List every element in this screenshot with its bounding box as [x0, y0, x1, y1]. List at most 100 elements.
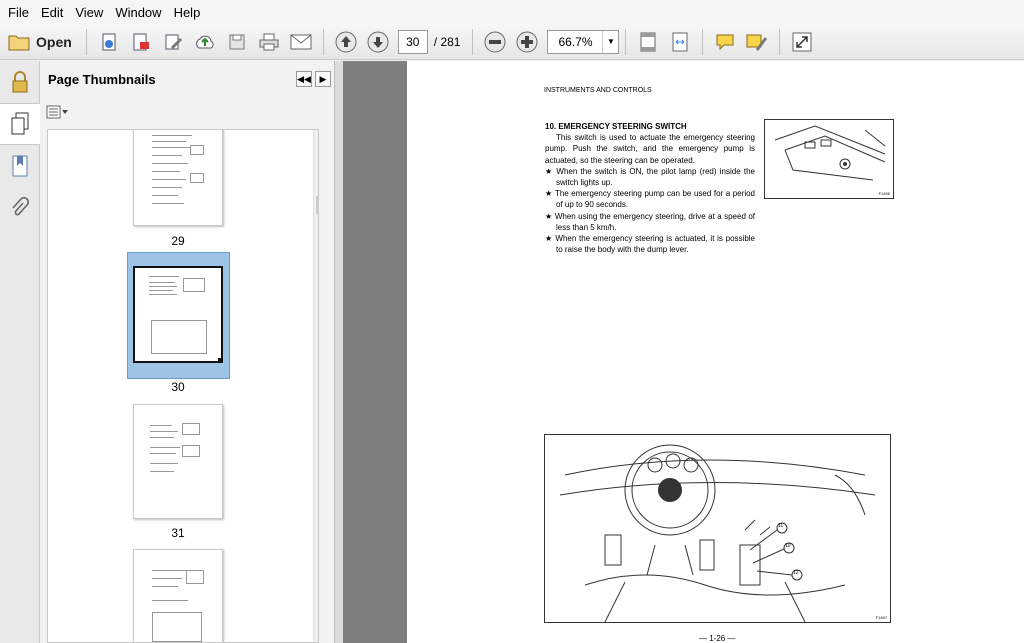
- edit-pdf-button[interactable]: [158, 27, 188, 57]
- expand-panel-button[interactable]: ▶: [315, 71, 331, 87]
- chevron-down-icon[interactable]: ▼: [602, 30, 618, 53]
- minus-circle-icon: [484, 31, 506, 52]
- section-title: 10. EMERGENCY STEERING SWITCH: [545, 122, 687, 131]
- page-number: — 1-26 —: [699, 634, 736, 643]
- previous-page-button[interactable]: [331, 27, 361, 57]
- toolbar-separator: [625, 28, 627, 55]
- zoom-select[interactable]: 66.7% ▼: [547, 29, 620, 54]
- star-bullet-icon: ★: [545, 189, 553, 199]
- bullet-item: ★ When the switch is ON, the pilot lamp …: [545, 166, 755, 188]
- thumbnail-scrollbar[interactable]: ▲: [313, 130, 318, 642]
- cab-illustration: 11 10 12 F1497: [544, 434, 891, 623]
- envelope-icon: [290, 34, 312, 49]
- page-number-input[interactable]: 30: [397, 29, 428, 54]
- figure-code: F1497: [875, 615, 887, 620]
- toolbar-separator: [702, 28, 704, 55]
- menu-file[interactable]: File: [2, 5, 35, 20]
- page-header: INSTRUMENTS AND CONTROLS: [544, 87, 652, 94]
- panel-splitter[interactable]: [335, 61, 343, 643]
- star-bullet-icon: ★: [545, 211, 553, 221]
- export-pdf-button[interactable]: [126, 27, 156, 57]
- callout-label: 10: [785, 543, 791, 549]
- menu-help[interactable]: Help: [168, 5, 207, 20]
- zoom-out-button[interactable]: [480, 27, 510, 57]
- bullet-item: ★ The emergency steering pump can be use…: [545, 189, 755, 210]
- menu-window[interactable]: Window: [109, 5, 167, 20]
- toolbar-separator: [85, 28, 87, 55]
- create-pdf-icon: [102, 33, 116, 50]
- thumbnail-label: 31: [171, 526, 185, 540]
- callout-label: 11: [778, 523, 784, 529]
- star-bullet-icon: ★: [545, 234, 553, 244]
- zoom-value: 66.7%: [558, 34, 593, 49]
- full-screen-button[interactable]: [787, 27, 817, 57]
- page-thumbnails-tab[interactable]: [0, 103, 40, 145]
- menu-bar: File Edit View Window Help: [0, 0, 1024, 24]
- menu-edit[interactable]: Edit: [35, 5, 69, 20]
- panel-header: Page Thumbnails ◀◀ ▶: [40, 61, 334, 97]
- thumbnail-label: 29: [171, 234, 185, 248]
- toolbar-separator: [779, 28, 781, 55]
- create-pdf-button[interactable]: [94, 27, 124, 57]
- toolbar-separator: [322, 28, 324, 55]
- comment-button[interactable]: [710, 27, 740, 57]
- export-pdf-icon: [133, 33, 149, 50]
- scrollbar-thumb[interactable]: [316, 196, 318, 214]
- open-button[interactable]: Open: [0, 27, 80, 57]
- fit-width-icon: [672, 32, 688, 51]
- scroll-up-icon[interactable]: ▲: [317, 132, 318, 142]
- page-thumbnails-panel: Page Thumbnails ◀◀ ▶ 29 30 31: [40, 61, 335, 643]
- bookmark-icon: [12, 155, 28, 177]
- attachments-tab[interactable]: [0, 187, 40, 229]
- page-total: / 281: [433, 34, 461, 49]
- navigation-rail: [0, 61, 40, 643]
- expand-icon: [792, 32, 812, 51]
- fit-width-button[interactable]: [665, 27, 695, 57]
- options-menu-icon[interactable]: [46, 105, 70, 119]
- star-bullet-icon: ★: [545, 166, 554, 176]
- next-page-button[interactable]: [363, 27, 393, 57]
- thumbnail-list[interactable]: 29 30 31: [47, 129, 319, 643]
- speech-bubble-icon: [716, 34, 734, 50]
- figure-code: F1496: [878, 191, 890, 196]
- thumbnail-page-32[interactable]: [133, 549, 223, 642]
- document-page: INSTRUMENTS AND CONTROLS 10. EMERGENCY S…: [407, 61, 1024, 643]
- fit-page-button[interactable]: [633, 27, 663, 57]
- email-button[interactable]: [286, 27, 316, 57]
- thumbnail-page-30[interactable]: [133, 266, 223, 363]
- panel-options: [40, 97, 334, 127]
- fit-page-icon: [640, 32, 656, 51]
- thumbnail-page-31[interactable]: [133, 404, 223, 519]
- open-label: Open: [36, 33, 72, 50]
- toolbar: Open 30 / 281 66.7% ▼: [0, 24, 1024, 60]
- upload-cloud-button[interactable]: [190, 27, 220, 57]
- bullet-item: ★ When the emergency steering is actuate…: [545, 234, 755, 255]
- printer-icon: [259, 33, 279, 50]
- plus-circle-icon: [516, 31, 538, 52]
- paperclip-icon: [12, 197, 29, 216]
- bullet-item: ★ When using the emergency steering, dri…: [545, 211, 756, 232]
- document-view[interactable]: INSTRUMENTS AND CONTROLS 10. EMERGENCY S…: [343, 61, 1024, 643]
- highlight-button[interactable]: [742, 27, 772, 57]
- arrow-down-circle-icon: [367, 31, 389, 52]
- callout-label: 12: [793, 570, 799, 576]
- zoom-in-button[interactable]: [512, 27, 542, 57]
- cloud-upload-icon: [195, 35, 214, 48]
- bookmarks-tab[interactable]: [0, 145, 40, 187]
- save-icon: [229, 34, 245, 49]
- highlighter-icon: [746, 34, 768, 51]
- arrow-up-circle-icon: [335, 31, 357, 52]
- save-button[interactable]: [222, 27, 252, 57]
- thumbnail-label: 30: [171, 380, 185, 394]
- panel-title: Page Thumbnails: [48, 71, 156, 87]
- lock-button[interactable]: [0, 61, 40, 103]
- folder-icon: [8, 35, 30, 50]
- toolbar-separator: [472, 28, 474, 55]
- thumbnail-page-29[interactable]: [133, 130, 223, 226]
- pages-icon: [11, 112, 29, 135]
- switch-illustration: F1496: [764, 119, 894, 199]
- print-button[interactable]: [254, 27, 284, 57]
- collapse-panel-button[interactable]: ◀◀: [296, 71, 312, 87]
- menu-view[interactable]: View: [69, 5, 109, 20]
- section-body: This switch is used to actuate the emerg…: [545, 133, 755, 165]
